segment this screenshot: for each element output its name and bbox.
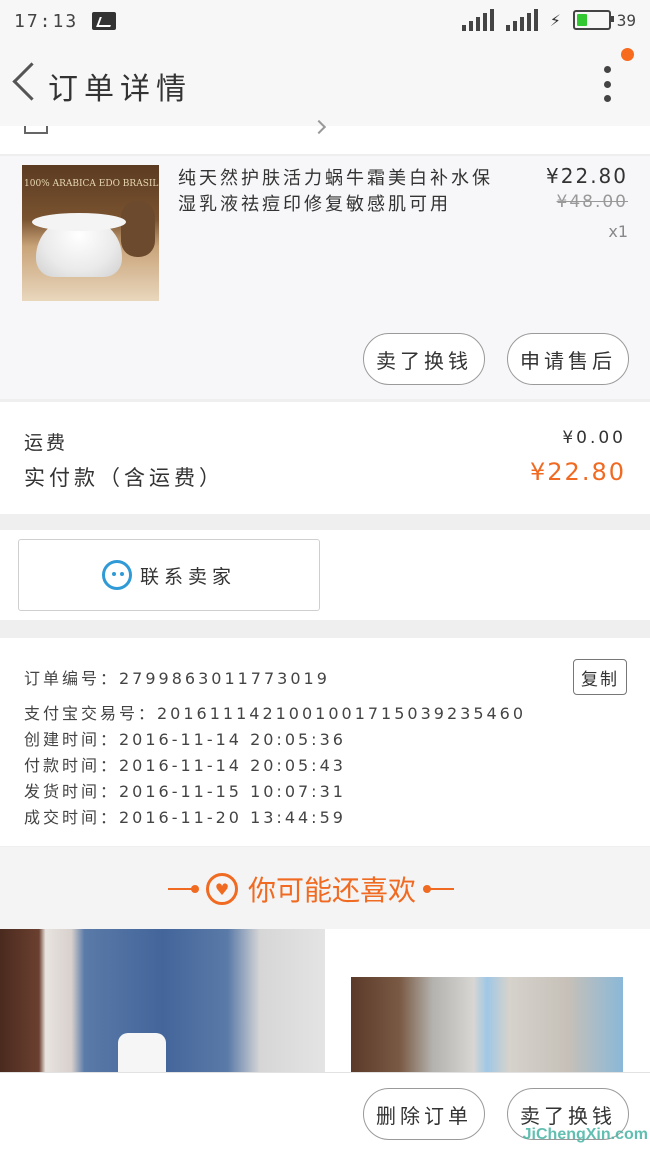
battery-level: 39 — [616, 10, 636, 30]
contact-section: 联系卖家 — [0, 530, 650, 620]
divider-left — [168, 885, 199, 893]
recommend-header: ♥ 你可能还喜欢 — [0, 847, 650, 929]
notification-icon — [92, 12, 117, 30]
product-card[interactable]: 100% ARABICA EDO BRASIL 纯天然护肤活力蜗牛霜美白补水保湿… — [0, 156, 650, 399]
order-number: 订单编号：2799863011773019 — [24, 669, 330, 688]
product-name[interactable]: 纯天然护肤活力蜗牛霜美白补水保湿乳液祛痘印修复敏感肌可用 — [178, 166, 498, 218]
shipping-label: 运费 — [24, 432, 69, 454]
product-quantity: x1 — [608, 222, 628, 241]
delete-order-button[interactable]: 删除订单 — [363, 1088, 485, 1140]
chat-icon — [101, 560, 132, 590]
completed-time: 成交时间：2016-11-20 13:44:59 — [24, 808, 346, 827]
sell-button[interactable]: 卖了换钱 — [363, 333, 485, 385]
contact-seller-button[interactable]: 联系卖家 — [18, 539, 320, 611]
bottom-action-bar: 删除订单 卖了换钱 JiChengXin.com — [0, 1072, 650, 1156]
heart-icon: ♥ — [206, 873, 238, 905]
more-menu-icon[interactable] — [604, 66, 612, 102]
product-original-price: ¥48.00 — [556, 192, 628, 212]
recommend-title: 你可能还喜欢 — [248, 874, 417, 907]
shipping-value: ¥0.00 — [562, 428, 626, 448]
paid-label: 实付款（含运费） — [24, 466, 224, 490]
shop-icon — [24, 126, 48, 134]
battery-icon — [572, 10, 614, 30]
created-time: 创建时间：2016-11-14 20:05:36 — [24, 730, 346, 749]
after-sale-button[interactable]: 申请售后 — [507, 333, 629, 385]
shipped-time: 发货时间：2016-11-15 10:07:31 — [24, 782, 346, 801]
image-label: 100% ARABICA EDO BRASIL — [24, 179, 159, 189]
notification-badge — [621, 48, 634, 61]
recommended-item-image[interactable] — [0, 929, 325, 1079]
product-image[interactable]: 100% ARABICA EDO BRASIL — [22, 165, 159, 301]
watermark: JiChengXin.com — [522, 1126, 648, 1143]
status-bar: 17:13 ⚡ 39 — [0, 0, 650, 42]
status-icons: ⚡ 39 — [461, 9, 636, 31]
copy-button[interactable]: 复制 — [573, 659, 627, 695]
back-arrow-icon[interactable] — [12, 62, 51, 101]
alipay-trade-number: 支付宝交易号：2016111421001001715039235460 — [24, 704, 527, 723]
fees-section: 运费 ¥0.00 实付款（含运费） ¥22.80 — [0, 402, 650, 514]
signal-h-icon — [505, 9, 538, 31]
page-title: 订单详情 — [48, 72, 192, 107]
recommended-item-image[interactable] — [325, 929, 650, 1079]
divider-right — [423, 885, 455, 893]
nav-bar: 订单详情 — [0, 42, 650, 127]
product-price: ¥22.80 — [546, 164, 628, 188]
contact-seller-label: 联系卖家 — [139, 565, 236, 588]
status-time: 17:13 — [14, 10, 79, 32]
paid-time: 付款时间：2016-11-14 20:05:43 — [24, 756, 346, 775]
paid-value: ¥22.80 — [530, 458, 626, 486]
charging-icon: ⚡ — [549, 9, 561, 31]
signal-icon — [461, 9, 494, 31]
order-info-section: 订单编号：2799863011773019 支付宝交易号：20161114210… — [0, 638, 650, 846]
shop-row[interactable] — [0, 119, 650, 155]
